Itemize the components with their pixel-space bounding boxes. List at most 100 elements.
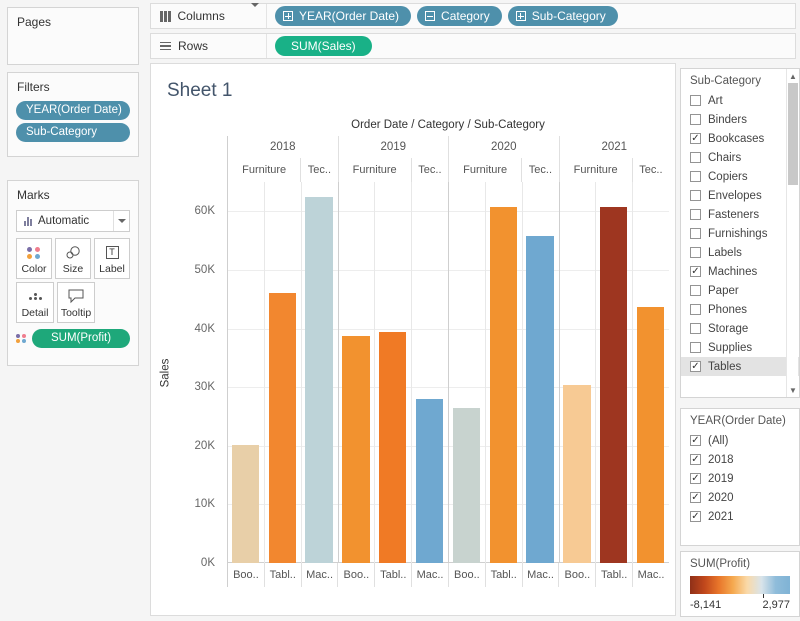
subcategory-item-furnishings[interactable]: Furnishings bbox=[681, 224, 799, 243]
subcategory-item-bookcases[interactable]: Bookcases bbox=[681, 129, 799, 148]
category-header-technology-2018[interactable]: Tec.. bbox=[300, 158, 337, 182]
bar-2021-machines[interactable] bbox=[637, 307, 664, 563]
category-header-technology-2020[interactable]: Tec.. bbox=[521, 158, 558, 182]
subcategory-item-art[interactable]: Art bbox=[681, 91, 799, 110]
checkbox-icon[interactable] bbox=[690, 435, 701, 446]
year-header-2021[interactable]: 2021 bbox=[559, 136, 670, 158]
year-item-2018[interactable]: 2018 bbox=[681, 450, 799, 469]
x-label-6[interactable]: Boo.. bbox=[448, 563, 485, 587]
subcategory-item-paper[interactable]: Paper bbox=[681, 281, 799, 300]
checkbox-icon[interactable] bbox=[690, 190, 701, 201]
bar-2018-machines[interactable] bbox=[305, 197, 332, 563]
marks-color-pill[interactable]: SUM(Profit) bbox=[32, 329, 130, 348]
category-header-furniture-2019[interactable]: Furniture bbox=[338, 158, 411, 182]
year-header-2018[interactable]: 2018 bbox=[227, 136, 338, 158]
subcategory-item-envelopes[interactable]: Envelopes bbox=[681, 186, 799, 205]
chevron-down-icon[interactable] bbox=[113, 211, 129, 231]
marks-tooltip-button[interactable]: Tooltip bbox=[57, 282, 95, 323]
checkbox-icon[interactable] bbox=[690, 95, 701, 106]
columns-pill-subcategory[interactable]: Sub-Category bbox=[508, 6, 618, 26]
filter-pill-year[interactable]: YEAR(Order Date) bbox=[16, 101, 130, 120]
bar-2019-tables[interactable] bbox=[379, 332, 406, 563]
marks-color-button[interactable]: Color bbox=[16, 238, 52, 279]
year-item-2021[interactable]: 2021 bbox=[681, 507, 799, 526]
rows-pill-sum-sales[interactable]: SUM(Sales) bbox=[275, 36, 372, 56]
category-header-furniture-2018[interactable]: Furniture bbox=[227, 158, 300, 182]
bar-2021-bookcases[interactable] bbox=[563, 385, 590, 563]
checkbox-icon[interactable] bbox=[690, 454, 701, 465]
subcategory-item-binders[interactable]: Binders bbox=[681, 110, 799, 129]
checkbox-icon[interactable] bbox=[690, 361, 701, 372]
checkbox-icon[interactable] bbox=[690, 228, 701, 239]
marks-detail-button[interactable]: Detail bbox=[16, 282, 54, 323]
subcategory-item-phones[interactable]: Phones bbox=[681, 300, 799, 319]
year-item-2019[interactable]: 2019 bbox=[681, 469, 799, 488]
category-header-furniture-2021[interactable]: Furniture bbox=[559, 158, 632, 182]
year-header-2019[interactable]: 2019 bbox=[338, 136, 449, 158]
bar-2020-machines[interactable] bbox=[526, 236, 553, 563]
bar-2020-bookcases[interactable] bbox=[453, 408, 480, 563]
bar-2020-tables[interactable] bbox=[490, 207, 517, 563]
checkbox-icon[interactable] bbox=[690, 209, 701, 220]
category-header-technology-2019[interactable]: Tec.. bbox=[411, 158, 448, 182]
expand-plus-icon-2[interactable] bbox=[516, 11, 526, 21]
columns-pill-category[interactable]: Category bbox=[417, 6, 502, 26]
subcategory-item-storage[interactable]: Storage bbox=[681, 319, 799, 338]
scrollbar-thumb[interactable] bbox=[788, 83, 798, 185]
x-label-1[interactable]: Tabl.. bbox=[264, 563, 301, 587]
expand-plus-icon[interactable] bbox=[283, 11, 293, 21]
marks-label-button[interactable]: T Label bbox=[94, 238, 130, 279]
rows-shelf[interactable]: Rows SUM(Sales) bbox=[150, 33, 796, 59]
columns-pill-year[interactable]: YEAR(Order Date) bbox=[275, 6, 411, 26]
x-label-0[interactable]: Boo.. bbox=[227, 563, 264, 587]
category-header-furniture-2020[interactable]: Furniture bbox=[448, 158, 521, 182]
scroll-up-icon[interactable]: ▲ bbox=[787, 69, 799, 83]
bar-2021-tables[interactable] bbox=[600, 207, 627, 563]
x-label-8[interactable]: Mac.. bbox=[522, 563, 559, 587]
subcategory-scrollbar[interactable]: ▲ ▼ bbox=[786, 69, 798, 397]
checkbox-icon[interactable] bbox=[690, 304, 701, 315]
x-label-7[interactable]: Tabl.. bbox=[485, 563, 522, 587]
filter-pill-subcategory[interactable]: Sub-Category bbox=[16, 123, 130, 142]
columns-chevron-down-icon[interactable] bbox=[251, 7, 259, 25]
subcategory-item-supplies[interactable]: Supplies bbox=[681, 338, 799, 357]
subcategory-item-chairs[interactable]: Chairs bbox=[681, 148, 799, 167]
subcategory-item-copiers[interactable]: Copiers bbox=[681, 167, 799, 186]
subcategory-item-fasteners[interactable]: Fasteners bbox=[681, 205, 799, 224]
checkbox-icon[interactable] bbox=[690, 342, 701, 353]
subcategory-item-labels[interactable]: Labels bbox=[681, 243, 799, 262]
checkbox-icon[interactable] bbox=[690, 152, 701, 163]
bar-2019-bookcases[interactable] bbox=[342, 336, 369, 563]
year-item-2020[interactable]: 2020 bbox=[681, 488, 799, 507]
bar-2018-bookcases[interactable] bbox=[232, 445, 259, 563]
year-item--all-[interactable]: (All) bbox=[681, 431, 799, 450]
checkbox-icon[interactable] bbox=[690, 473, 701, 484]
x-label-3[interactable]: Boo.. bbox=[337, 563, 374, 587]
scroll-down-icon[interactable]: ▼ bbox=[787, 383, 799, 397]
x-label-11[interactable]: Mac.. bbox=[632, 563, 669, 587]
checkbox-icon[interactable] bbox=[690, 171, 701, 182]
checkbox-icon[interactable] bbox=[690, 285, 701, 296]
columns-shelf[interactable]: Columns YEAR(Order Date) Category Sub-Ca… bbox=[150, 3, 796, 29]
checkbox-icon[interactable] bbox=[690, 247, 701, 258]
bar-2018-tables[interactable] bbox=[269, 293, 296, 563]
x-label-2[interactable]: Mac.. bbox=[301, 563, 338, 587]
subcategory-item-machines[interactable]: Machines bbox=[681, 262, 799, 281]
checkbox-icon[interactable] bbox=[690, 266, 701, 277]
checkbox-icon[interactable] bbox=[690, 323, 701, 334]
marks-size-button[interactable]: Size bbox=[55, 238, 91, 279]
category-header-technology-2021[interactable]: Tec.. bbox=[632, 158, 669, 182]
mark-type-dropdown[interactable]: Automatic bbox=[16, 210, 130, 232]
bar-2019-machines[interactable] bbox=[416, 399, 443, 563]
x-label-10[interactable]: Tabl.. bbox=[595, 563, 632, 587]
checkbox-icon[interactable] bbox=[690, 114, 701, 125]
checkbox-icon[interactable] bbox=[690, 492, 701, 503]
year-header-2020[interactable]: 2020 bbox=[448, 136, 559, 158]
x-label-5[interactable]: Mac.. bbox=[411, 563, 448, 587]
collapse-minus-icon[interactable] bbox=[425, 11, 435, 21]
x-label-4[interactable]: Tabl.. bbox=[374, 563, 411, 587]
checkbox-icon[interactable] bbox=[690, 511, 701, 522]
x-label-9[interactable]: Boo.. bbox=[558, 563, 595, 587]
subcategory-item-tables[interactable]: Tables bbox=[681, 357, 799, 376]
checkbox-icon[interactable] bbox=[690, 133, 701, 144]
